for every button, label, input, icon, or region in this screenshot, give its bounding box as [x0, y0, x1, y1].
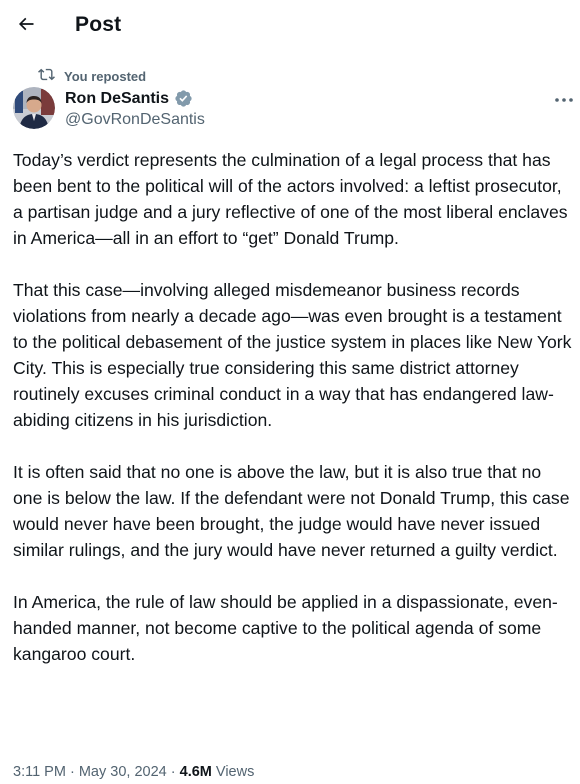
avatar[interactable] [13, 87, 55, 129]
tweet-paragraph: It is often said that no one is above th… [13, 462, 570, 560]
tweet-paragraph: That this case—involving alleged misdeme… [13, 280, 572, 430]
page-title: Post [75, 13, 122, 36]
more-horizontal-icon [554, 90, 574, 108]
author-name-row[interactable]: Ron DeSantis [65, 89, 193, 108]
author-handle[interactable]: @GovRonDeSantis [65, 111, 205, 129]
meta-separator: · [170, 764, 176, 780]
repost-icon [38, 66, 55, 86]
repost-indicator: You reposted [38, 66, 146, 86]
repost-label: You reposted [64, 68, 147, 84]
tweet-time[interactable]: 3:11 PM [13, 764, 66, 780]
more-options-button[interactable] [553, 92, 575, 106]
tweet-paragraph: Today’s verdict represents the culminati… [13, 150, 568, 248]
tweet-paragraph: In America, the rule of law should be ap… [13, 592, 558, 664]
tweet-date[interactable]: May 30, 2024 [79, 764, 167, 780]
tweet-text: Today’s verdict represents the culminati… [13, 147, 575, 667]
author-name[interactable]: Ron DeSantis [65, 90, 169, 108]
arrow-left-icon [16, 14, 36, 39]
post-header: Post [0, 0, 580, 56]
meta-separator: · [69, 764, 75, 780]
back-button[interactable] [12, 12, 40, 40]
views-label: Views [215, 764, 255, 780]
tweet-meta: 3:11 PM · May 30, 2024 · 4.6M Views [13, 764, 254, 780]
verified-badge-icon [174, 89, 193, 108]
views-count[interactable]: 4.6M [180, 764, 212, 780]
